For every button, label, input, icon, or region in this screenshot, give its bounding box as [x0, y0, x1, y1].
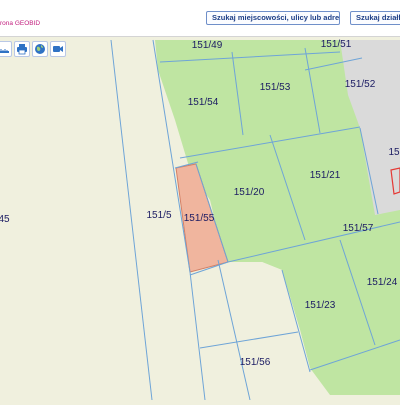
measure-tool-button[interactable] [0, 41, 12, 57]
parcel-label: 151/21 [309, 170, 341, 181]
parcel-label: 151/51 [320, 39, 352, 50]
parcel-label: 151/57 [342, 223, 374, 234]
search-parcel-button[interactable]: Szukaj działki [350, 11, 400, 25]
parcel-label: 151/49 [191, 40, 223, 51]
parcel-label: 151/54 [187, 97, 219, 108]
brand-text: rona GEOBID [0, 20, 41, 27]
parcel-label: 151/56 [239, 357, 271, 368]
parcel-label: 151/5 [146, 210, 172, 221]
globe-icon [35, 44, 45, 54]
video-tool-button[interactable] [50, 41, 66, 57]
parcel-label: 45 [0, 214, 10, 225]
top-header: rona GEOBID Szukaj miejscowości, ulicy l… [0, 0, 400, 37]
search-place-button[interactable]: Szukaj miejscowości, ulicy lub adresu [206, 11, 340, 25]
parcel-label: 151/53 [259, 82, 291, 93]
map-toolbar [0, 40, 70, 59]
parcel-label: 151/52 [344, 79, 376, 90]
parcel-label: 15 [388, 147, 400, 158]
map-canvas[interactable] [0, 0, 400, 401]
print-icon [17, 44, 27, 55]
parcel-label: 151/55 [183, 213, 215, 224]
video-icon [53, 46, 63, 52]
measure-icon [0, 49, 9, 53]
parcel-label: 151/23 [304, 300, 336, 311]
parcel-label: 151/24 [366, 277, 398, 288]
parcel-label: 151/20 [233, 187, 265, 198]
globe-tool-button[interactable] [32, 41, 48, 57]
map-view[interactable]: 151/49 151/51 151/54 151/53 151/52 151/2… [0, 0, 400, 401]
print-tool-button[interactable] [14, 41, 30, 57]
